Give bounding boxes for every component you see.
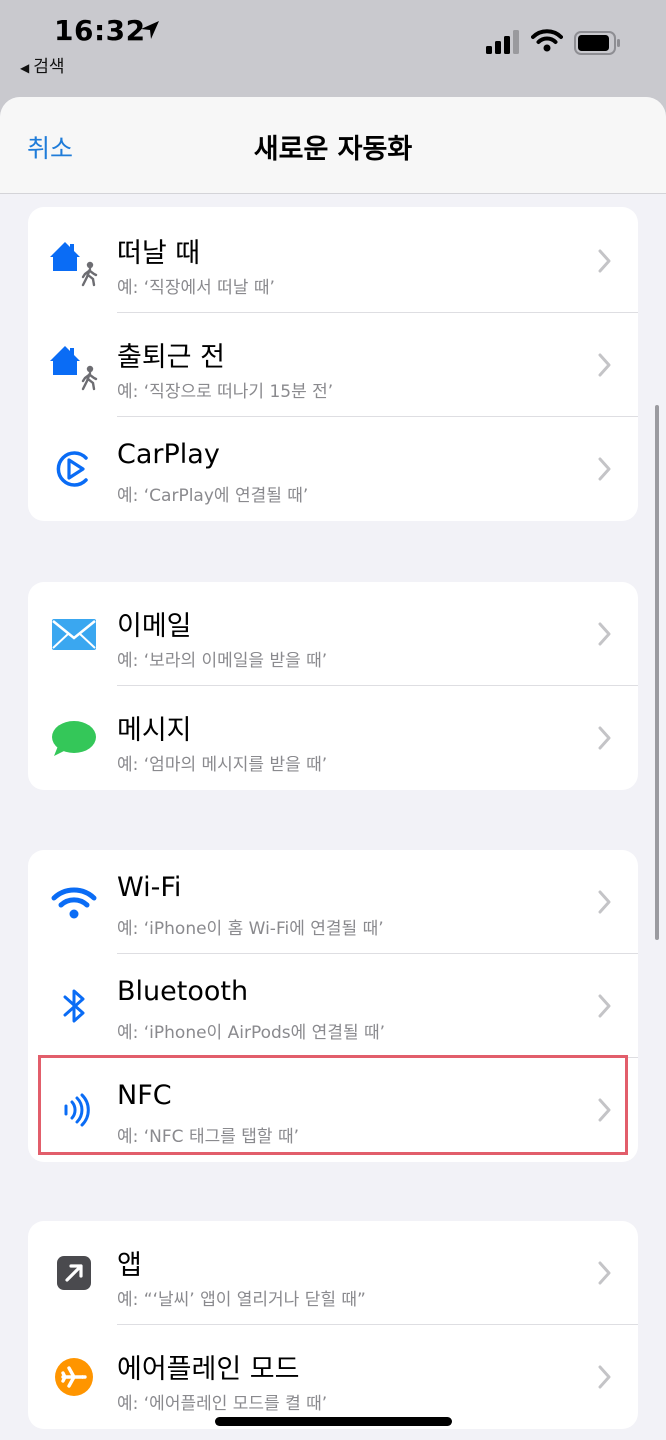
wifi-status-icon: [531, 29, 563, 52]
bluetooth-icon: [63, 989, 85, 1023]
chevron-right-icon: [598, 457, 611, 481]
list-item-title: Bluetooth: [117, 976, 249, 1007]
battery-icon: [574, 31, 620, 55]
cellular-signal-icon: [486, 30, 519, 54]
wifi-icon: [51, 887, 97, 919]
list-item-title: Wi-Fi: [117, 872, 182, 903]
airplane-mode-icon: [55, 1358, 93, 1396]
home-indicator[interactable]: [215, 1417, 452, 1426]
new-automation-sheet: 취소 새로운 자동화 떠날 때 예: ‘직장에서 떠날 때’ 출퇴근 전 예: …: [0, 97, 666, 1440]
page-title: 새로운 자동화: [253, 134, 413, 165]
chevron-right-icon: [598, 890, 611, 914]
chevron-right-icon: [598, 726, 611, 750]
nfc-highlight-box: [38, 1055, 628, 1155]
app-icon: [57, 1256, 91, 1290]
back-triangle-icon: ◀: [20, 61, 30, 75]
location-arrow-icon: [141, 21, 159, 39]
list-item-subtitle: 예: “‘날씨’ 앱이 열리거나 닫힐 때”: [117, 1290, 366, 1310]
chevron-right-icon: [598, 1365, 611, 1389]
home-commute-icon: [50, 346, 98, 391]
chevron-right-icon: [598, 994, 611, 1018]
list-item-title: 떠날 때: [117, 238, 201, 269]
home-leave-icon: [50, 242, 98, 287]
chevron-right-icon: [598, 353, 611, 377]
list-item-message[interactable]: 메시지 예: ‘엄마의 메시지를 받을 때’: [28, 686, 638, 790]
list-item-leave[interactable]: 떠날 때 예: ‘직장에서 떠날 때’: [28, 209, 638, 313]
list-item-title: 출퇴근 전: [117, 342, 225, 373]
list-item-subtitle: 예: ‘엄마의 메시지를 받을 때’: [117, 755, 328, 775]
status-time: 16:32: [54, 14, 146, 47]
list-item-airplane-mode[interactable]: 에어플레인 모드 예: ‘에어플레인 모드를 켤 때’: [28, 1325, 638, 1429]
list-item-title: 앱: [117, 1250, 142, 1281]
trigger-group-communication: 이메일 예: ‘보라의 이메일을 받을 때’ 메시지 예: ‘엄마의 메시지를 …: [28, 582, 638, 790]
list-item-subtitle: 예: ‘CarPlay에 연결될 때’: [117, 486, 309, 506]
list-item-email[interactable]: 이메일 예: ‘보라의 이메일을 받을 때’: [28, 582, 638, 686]
navigation-bar: 취소 새로운 자동화: [0, 97, 666, 194]
list-item-subtitle: 예: ‘직장으로 떠나기 15분 전’: [117, 382, 334, 402]
list-item-carplay[interactable]: CarPlay 예: ‘CarPlay에 연결될 때’: [28, 417, 638, 521]
list-item-subtitle: 예: ‘iPhone이 홈 Wi-Fi에 연결될 때’: [117, 919, 384, 939]
mail-icon: [52, 619, 96, 650]
list-item-before-commute[interactable]: 출퇴근 전 예: ‘직장으로 떠나기 15분 전’: [28, 313, 638, 417]
list-item-app[interactable]: 앱 예: “‘날씨’ 앱이 열리거나 닫힐 때”: [28, 1221, 638, 1325]
chevron-right-icon: [598, 249, 611, 273]
list-item-title: CarPlay: [117, 439, 220, 470]
back-app-label: 검색: [33, 57, 65, 77]
list-item-wifi[interactable]: Wi-Fi 예: ‘iPhone이 홈 Wi-Fi에 연결될 때’: [28, 850, 638, 954]
chevron-right-icon: [598, 622, 611, 646]
trigger-group-location: 떠날 때 예: ‘직장에서 떠날 때’ 출퇴근 전 예: ‘직장으로 떠나기 1…: [28, 207, 638, 521]
list-item-title: 에어플레인 모드: [117, 1354, 300, 1385]
list-item-subtitle: 예: ‘에어플레인 모드를 켤 때’: [117, 1394, 328, 1414]
trigger-group-apps: 앱 예: “‘날씨’ 앱이 열리거나 닫힐 때” 에어플레인 모드 예: ‘에어…: [28, 1221, 638, 1429]
list-item-title: 이메일: [117, 611, 192, 642]
chevron-right-icon: [598, 1261, 611, 1285]
list-item-subtitle: 예: ‘직장에서 떠날 때’: [117, 278, 275, 298]
list-item-bluetooth[interactable]: Bluetooth 예: ‘iPhone이 AirPods에 연결될 때’: [28, 954, 638, 1058]
scroll-indicator[interactable]: [655, 405, 659, 940]
carplay-icon: [56, 451, 88, 487]
message-icon: [52, 721, 96, 756]
list-item-subtitle: 예: ‘iPhone이 AirPods에 연결될 때’: [117, 1023, 386, 1043]
list-item-subtitle: 예: ‘보라의 이메일을 받을 때’: [117, 651, 328, 671]
list-item-title: 메시지: [117, 715, 192, 746]
back-to-app-button[interactable]: ◀ 검색: [20, 52, 65, 77]
status-bar: 16:32 ◀ 검색: [0, 0, 666, 90]
